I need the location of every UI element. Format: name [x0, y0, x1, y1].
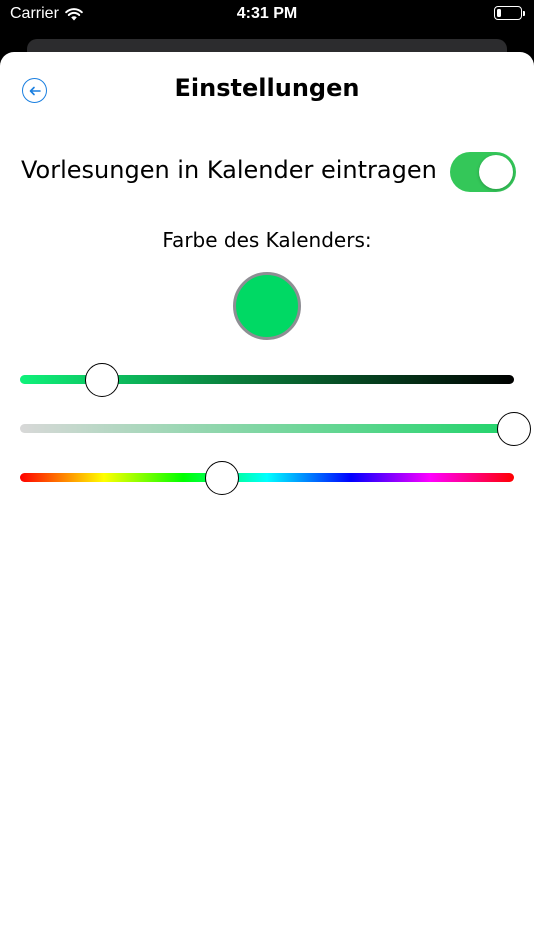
- page-title: Einstellungen: [174, 74, 360, 102]
- saturation-thumb[interactable]: [497, 412, 531, 446]
- brightness-thumb[interactable]: [84, 363, 119, 397]
- calendar-toggle-row: Vorlesungen in Kalender eintragen: [21, 150, 516, 192]
- hue-track: [20, 473, 514, 482]
- calendar-toggle-label: Vorlesungen in Kalender eintragen: [21, 156, 437, 184]
- saturation-track: [20, 424, 514, 433]
- status-time: 4:31 PM: [236, 5, 298, 22]
- toggle-knob: [479, 155, 513, 189]
- saturation-slider[interactable]: [20, 409, 531, 449]
- color-heading: Farbe des Kalenders:: [162, 228, 372, 252]
- battery-level: [497, 9, 502, 17]
- calendar-toggle-switch[interactable]: [450, 152, 516, 192]
- battery-icon: [494, 6, 525, 20]
- brightness-slider[interactable]: [20, 360, 514, 400]
- settings-sheet: Einstellungen Vorlesungen in Kalender ei…: [0, 52, 534, 950]
- status-bar: Carrier 4:31 PM: [0, 0, 534, 30]
- color-preview-swatch: [233, 272, 301, 340]
- navigation-bar: Einstellungen: [0, 52, 534, 128]
- hue-slider[interactable]: [20, 458, 514, 498]
- hue-thumb[interactable]: [205, 461, 240, 495]
